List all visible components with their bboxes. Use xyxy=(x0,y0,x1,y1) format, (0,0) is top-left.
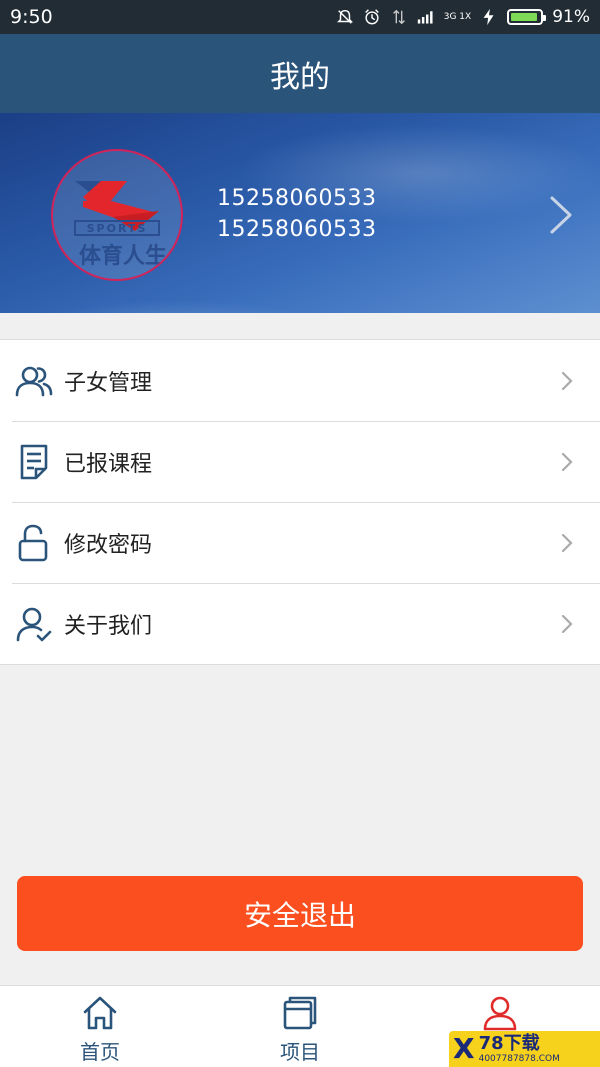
silent-icon xyxy=(336,9,353,24)
data-transfer-icon xyxy=(392,9,405,25)
watermark-logo: X 78下载 4007787878.COM xyxy=(449,1031,600,1067)
signal-icon xyxy=(417,11,433,24)
logo-subtext: 体育人生 xyxy=(79,243,167,269)
chevron-right-icon xyxy=(550,196,572,234)
menu-item-label: 子女管理 xyxy=(64,370,153,396)
page-title: 我的 xyxy=(270,59,330,95)
profile-banner[interactable]: SPORTS 体育人生 15258060533 15258060533 xyxy=(0,113,600,313)
sports-logo-icon: SPORTS 体育人生 xyxy=(74,181,167,269)
document-icon xyxy=(20,444,48,479)
unlock-icon xyxy=(18,524,48,561)
watermark-subtitle: 4007787878.COM xyxy=(478,1053,560,1064)
header-bar: 我的 xyxy=(0,34,600,113)
profile-phone-primary: 15258060533 xyxy=(217,186,377,211)
status-time: 9:50 xyxy=(10,6,53,28)
users-icon xyxy=(15,366,53,396)
settings-menu: 子女管理 已报课程 修改密码 关于我们 xyxy=(0,339,600,665)
watermark-brand: X xyxy=(453,1032,475,1065)
chevron-right-icon xyxy=(561,614,573,634)
menu-item-children[interactable]: 子女管理 xyxy=(0,340,600,421)
avatar[interactable]: SPORTS 体育人生 xyxy=(51,149,183,281)
nav-tab-home[interactable]: 首页 xyxy=(0,986,200,1067)
watermark-title: 78下载 xyxy=(478,1032,540,1054)
alarm-icon xyxy=(364,9,379,25)
battery-icon xyxy=(507,9,547,25)
chevron-right-icon xyxy=(561,452,573,472)
chevron-right-icon xyxy=(561,533,573,553)
battery-percent: 91% xyxy=(552,7,590,27)
home-icon xyxy=(83,996,117,1030)
chevron-right-icon xyxy=(561,371,573,391)
menu-item-label: 已报课程 xyxy=(64,451,153,477)
menu-item-about-us[interactable]: 关于我们 xyxy=(0,583,600,664)
nav-tab-label: 项目 xyxy=(280,1040,320,1064)
project-icon xyxy=(283,996,317,1030)
network-type: 3G 1X xyxy=(443,11,472,22)
menu-item-label: 修改密码 xyxy=(64,532,153,558)
menu-item-change-password[interactable]: 修改密码 xyxy=(0,502,600,583)
logout-button[interactable]: 安全退出 xyxy=(17,876,583,951)
charging-icon xyxy=(483,8,494,26)
status-bar: 9:50 3G 1X 91% xyxy=(0,0,600,34)
nav-tab-projects[interactable]: 项目 xyxy=(200,986,400,1067)
menu-item-courses[interactable]: 已报课程 xyxy=(0,421,600,502)
menu-item-label: 关于我们 xyxy=(64,613,153,639)
nav-tab-label: 首页 xyxy=(80,1040,120,1064)
profile-phone-secondary: 15258060533 xyxy=(217,217,377,242)
battery-fill xyxy=(511,13,537,21)
profile-icon xyxy=(483,996,517,1031)
user-check-icon xyxy=(16,607,52,641)
status-icons: 3G 1X 91% xyxy=(336,7,590,27)
logo-text: SPORTS xyxy=(87,222,148,235)
